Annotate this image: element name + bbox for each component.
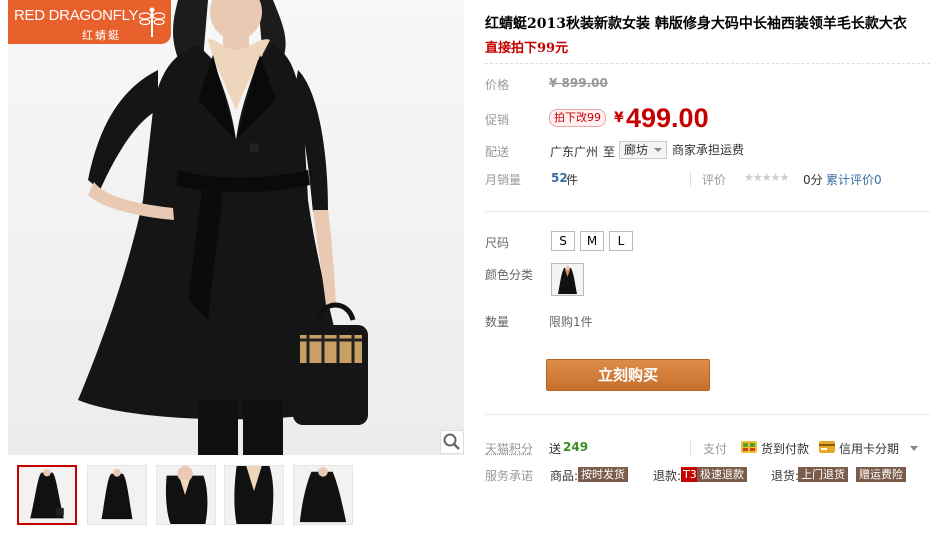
- promo-tag: 拍下改99: [549, 109, 606, 127]
- chevron-down-icon[interactable]: [910, 446, 918, 451]
- size-option-s[interactable]: S: [551, 231, 575, 251]
- total-reviews-link[interactable]: 累计评价0: [826, 171, 882, 188]
- dragonfly-icon: [139, 7, 165, 37]
- thumbnail-5[interactable]: [293, 465, 353, 525]
- payment-cod: 货到付款: [761, 442, 810, 456]
- zoom-icon[interactable]: [440, 430, 464, 454]
- chevron-down-icon: [654, 148, 663, 152]
- rating-score: 0分: [803, 173, 823, 187]
- promo-currency: ¥: [614, 110, 624, 126]
- payment-credit-installment: 信用卡分期: [839, 442, 900, 456]
- service-return-label: 退货:: [771, 469, 800, 483]
- destination-select[interactable]: 廊坊: [619, 141, 668, 159]
- shipping-to-word: 至: [603, 145, 616, 159]
- tmall-points-label[interactable]: 天猫积分: [485, 440, 533, 457]
- tmall-points-value: 249: [563, 440, 589, 454]
- shipping-fee-note: 商家承担运费: [672, 143, 745, 157]
- divider: [485, 211, 930, 212]
- thumbnail-4[interactable]: [224, 465, 284, 525]
- tmall-points-prefix: 送: [549, 442, 562, 456]
- rating-label: 评价: [702, 173, 727, 187]
- service-return-tag[interactable]: 上门退货: [798, 467, 848, 482]
- rating-stars: ★★★★★: [744, 171, 789, 184]
- service-refund-label: 退款:: [653, 469, 682, 483]
- quantity-limit: 限购1件: [549, 315, 593, 329]
- divider: [485, 63, 930, 64]
- shipping-label: 配送: [485, 145, 510, 159]
- credit-card-icon: [819, 441, 835, 453]
- brand-name-en: RED DRAGONFLY: [14, 7, 139, 24]
- monthly-sales-label: 月销量: [485, 173, 522, 187]
- thumbnail-2[interactable]: [87, 465, 147, 525]
- quantity-label: 数量: [485, 315, 510, 329]
- buy-now-button[interactable]: 立刻购买: [546, 359, 710, 391]
- service-goods-tag[interactable]: 按时发货: [578, 467, 628, 482]
- shipping-from: 广东广州: [550, 145, 599, 159]
- product-title: 红蜻蜓2013秋装新款女装 韩版修身大码中长袖西装领羊毛长款大衣: [485, 16, 907, 32]
- price-label: 价格: [485, 78, 510, 92]
- divider: [485, 414, 930, 415]
- thumbnail-3[interactable]: [156, 465, 216, 525]
- thumbnail-1[interactable]: [17, 465, 77, 525]
- promo-label: 促销: [485, 113, 510, 127]
- payment-label: 支付: [703, 442, 728, 456]
- service-goods-label: 商品:: [550, 469, 579, 483]
- monthly-sales-unit: 件: [566, 173, 579, 187]
- separator: [690, 441, 691, 455]
- service-freight-insurance-tag[interactable]: 赠运费险: [856, 467, 906, 482]
- size-label: 尺码: [485, 236, 510, 250]
- model-photo: [78, 0, 368, 455]
- destination-value: 廊坊: [624, 143, 649, 157]
- separator: [690, 172, 691, 186]
- size-option-m[interactable]: M: [580, 231, 604, 251]
- service-label: 服务承诺: [485, 469, 534, 483]
- original-price: ¥ 899.00: [549, 76, 608, 90]
- main-product-image[interactable]: [8, 0, 464, 455]
- promo-price: 499.00: [626, 103, 709, 133]
- product-subtitle: 直接拍下99元: [485, 41, 569, 56]
- brand-name-cn: 红蜻蜓: [82, 29, 121, 42]
- service-refund-tag[interactable]: 极速退款: [697, 467, 747, 482]
- brand-logo: RED DRAGONFLY 红蜻蜓: [8, 0, 171, 44]
- cash-on-delivery-icon: [741, 441, 757, 453]
- size-option-l[interactable]: L: [609, 231, 633, 251]
- color-label: 颜色分类: [485, 268, 534, 282]
- color-option-black[interactable]: [551, 263, 584, 296]
